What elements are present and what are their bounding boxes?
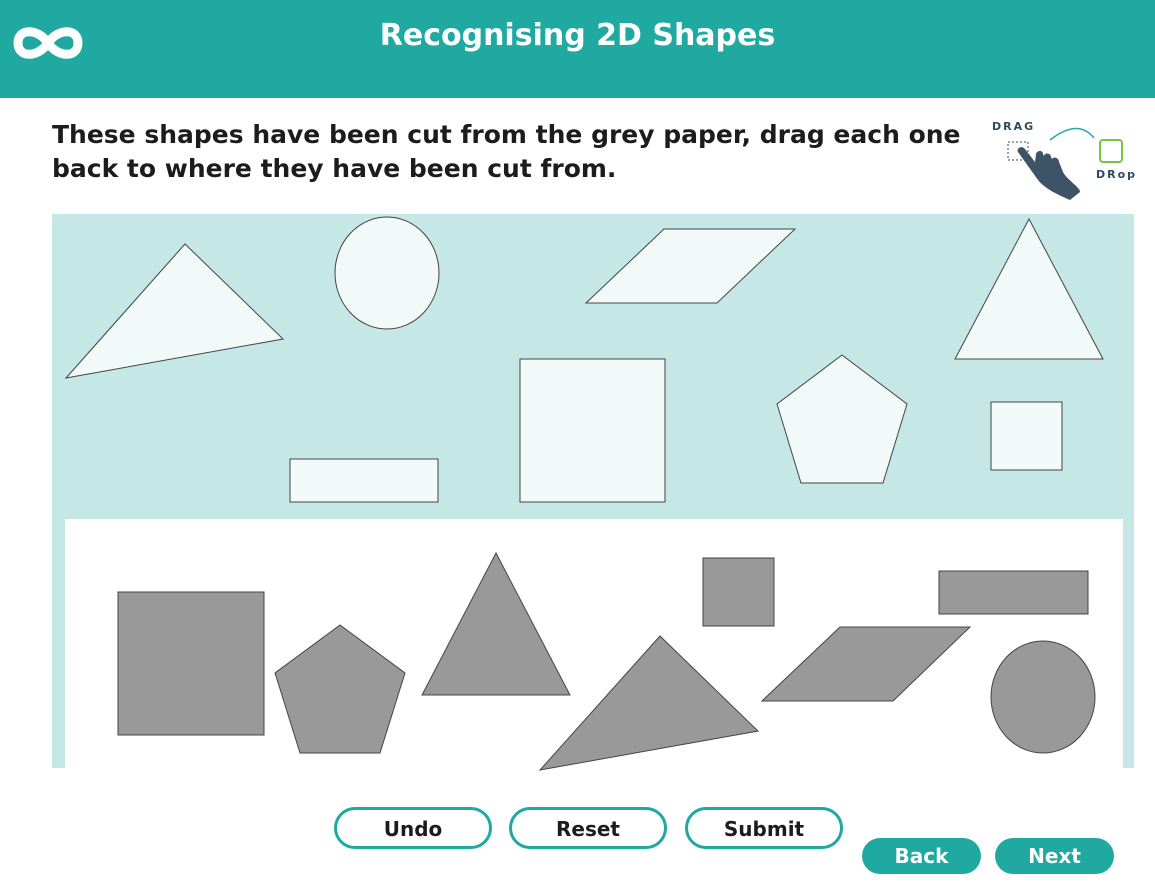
page-title: Recognising 2D Shapes — [379, 18, 776, 53]
draggable-rectangle[interactable] — [289, 458, 439, 503]
draggable-circle[interactable] — [334, 216, 440, 330]
submit-button[interactable]: Submit — [685, 807, 843, 849]
draggable-square-large[interactable] — [519, 358, 666, 503]
instructions-text: These shapes have been cut from the grey… — [52, 120, 961, 183]
drop-label: DRop — [1096, 168, 1137, 181]
reset-button[interactable]: Reset — [509, 807, 667, 849]
drag-drop-icon: DRAG DRop — [992, 120, 1137, 200]
hole-rectangle — [938, 570, 1089, 615]
hole-square-large — [117, 591, 265, 736]
back-button[interactable]: Back — [862, 838, 981, 874]
draggable-square-small[interactable] — [990, 401, 1063, 471]
header-bar: Recognising 2D Shapes — [0, 0, 1155, 98]
next-button[interactable]: Next — [995, 838, 1114, 874]
hand-pointer-icon — [1017, 147, 1081, 200]
drag-label: DRAG — [992, 120, 1035, 133]
undo-button[interactable]: Undo — [334, 807, 492, 849]
hole-square-small — [702, 557, 775, 627]
hole-circle — [990, 640, 1096, 754]
